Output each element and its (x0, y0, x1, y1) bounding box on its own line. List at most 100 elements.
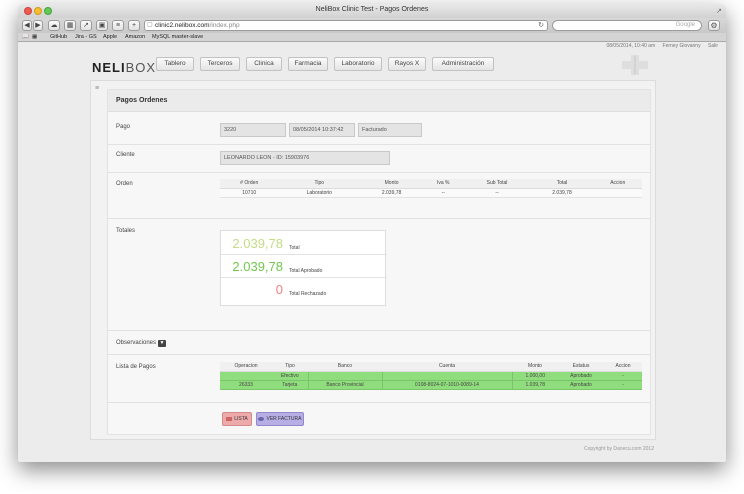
user-bar: 08/05/2014, 10:40 am Ferney Giovanny Sal… (600, 43, 718, 49)
pagos-table: Operacion Tipo Banco Cuenta Monto Estatu… (220, 362, 642, 390)
table-cell: Aprobado (558, 380, 604, 390)
bookmarks-book-icon[interactable]: 📖 (22, 34, 29, 40)
table-cell: 2.039,78 (360, 188, 424, 198)
totales-box: 2.039,78 Total 2.039,78 Total Aprobado 0… (220, 230, 387, 306)
bookmark-github[interactable]: GitHub (50, 34, 67, 40)
url-domain: clinic2.nelibox.com (155, 22, 210, 29)
logout-link[interactable]: Salir (708, 43, 718, 49)
table-header-row: # Orden Tipo Monto Iva % Sub Total Total… (220, 179, 642, 189)
total-row: 2.039,78 Total (221, 233, 387, 255)
browser-window: NeliBox Clinic Test - Pagos Ordenes ↗ ◀ … (18, 4, 726, 462)
table-header-row: Operacion Tipo Banco Cuenta Monto Estatu… (220, 362, 642, 372)
table-row[interactable]: 26333 Tarjeta Banco Provincial 0108-8024… (220, 380, 642, 390)
table-cell: -- (423, 188, 464, 198)
table-header: Cuenta (382, 362, 512, 372)
totales-label: Totales (116, 228, 136, 234)
bookmarks-bar: 📖 ▦ GitHub Jira - GS Apple Amazon MySQL … (18, 33, 726, 42)
list-icon (226, 416, 233, 421)
pago-fecha-field: 08/05/2014 10:37:42 (289, 123, 355, 137)
table-header: Operacion (220, 362, 272, 372)
lista-pagos-label: Lista de Pagos (116, 364, 156, 370)
divider (108, 354, 650, 355)
reader-icon[interactable]: ≡ (112, 20, 124, 31)
nav-tablero[interactable]: Tablero (156, 57, 194, 71)
gear-icon[interactable]: ⚙ (708, 20, 720, 31)
divider (108, 402, 650, 403)
title-bar: NeliBox Clinic Test - Pagos Ordenes ↗ (18, 4, 726, 18)
table-header: Accion (604, 362, 642, 372)
table-cell[interactable]: - (604, 380, 642, 390)
table-cell: 0108-8024-07-1010-0089-14 (381, 380, 512, 390)
search-field[interactable]: Google (552, 20, 702, 31)
address-bar[interactable]: ▢ clinic2.nelibox.com/index.php ↻ (144, 20, 548, 31)
add-tab-button[interactable]: + (128, 20, 140, 31)
nav-laboratorio[interactable]: Laboratorio (334, 57, 382, 71)
table-cell: 1.039,78 (511, 380, 558, 390)
table-cell: Efectivo (272, 371, 308, 381)
table-cell: 10710 (220, 188, 279, 198)
bookmark-jira[interactable]: Jira - GS (75, 34, 97, 40)
back-button[interactable]: ◀ (22, 20, 32, 31)
nav-terceros[interactable]: Terceros (200, 57, 240, 71)
grid-icon[interactable]: ▣ (96, 20, 108, 31)
table-cell: Tarjeta (272, 380, 308, 390)
url-path: /index.php (209, 22, 240, 29)
nav-clinica[interactable]: Clinica (246, 57, 282, 71)
table-cell (307, 371, 382, 381)
table-cell: Banco Provincial (307, 380, 382, 390)
total-aprobado-label: Total Aprobado (289, 268, 323, 274)
nav-administracion[interactable]: Administración (432, 57, 494, 71)
pago-id-field: 3220 (220, 123, 286, 137)
ver-factura-button[interactable]: VER FACTURA (256, 412, 304, 426)
table-header: Total (530, 179, 594, 189)
bookmark-amazon[interactable]: Amazon (125, 34, 145, 40)
current-datetime: 08/05/2014, 10:40 am (606, 43, 656, 49)
current-user[interactable]: Ferney Giovanny (663, 43, 701, 49)
main-container: ≡ Pagos Ordenes Pago 3220 08/05/2014 10:… (90, 80, 656, 440)
table-header: Monto (512, 362, 558, 372)
table-cell: Aprobado (558, 371, 604, 381)
observaciones-toggle[interactable]: ▼ (158, 340, 166, 347)
nav-rayos-x[interactable]: Rayos X (388, 57, 426, 71)
divider (108, 330, 650, 331)
divider (108, 144, 650, 145)
table-cell: 26333 (220, 380, 272, 390)
table-cell[interactable]: - (604, 371, 642, 381)
medical-symbol-icon (622, 55, 648, 75)
nelibox-logo[interactable]: NELIBOX (92, 60, 156, 75)
share-icon[interactable]: ↗ (80, 20, 92, 31)
bookmark-mysql[interactable]: MySQL master-slave (152, 34, 203, 40)
lista-button[interactable]: LISTA (222, 412, 252, 426)
table-cell: Laboratorio (278, 188, 361, 198)
table-cell[interactable] (593, 188, 642, 198)
bookmark-apple[interactable]: Apple (103, 34, 117, 40)
top-sites-icon[interactable]: ▦ (32, 34, 37, 40)
divider (108, 218, 650, 219)
reload-icon[interactable]: ↻ (538, 21, 544, 30)
table-header: Iva % (423, 179, 464, 189)
table-header: Tipo (278, 179, 361, 189)
table-header: Sub Total (463, 179, 531, 189)
cliente-label: Cliente (116, 152, 135, 158)
table-row[interactable]: 10710 Laboratorio 2.039,78 -- -- 2.039,7… (220, 188, 642, 198)
table-row[interactable]: Efectivo 1.000,00 Aprobado - (220, 371, 642, 381)
page-content: 08/05/2014, 10:40 am Ferney Giovanny Sal… (18, 42, 726, 462)
total-rechazado-value: 0 (275, 282, 283, 297)
table-header: Monto (360, 179, 424, 189)
table-header: Tipo (272, 362, 308, 372)
table-header: Estatus (558, 362, 604, 372)
nav-farmacia[interactable]: Farmacia (288, 57, 328, 71)
pagos-panel: Pagos Ordenes Pago 3220 08/05/2014 10:37… (107, 89, 651, 435)
browser-toolbar: ◀ ▶ ☁ ▦ ↗ ▣ ≡ + ▢ clinic2.nelibox.com/in… (18, 18, 726, 33)
table-cell: 2.039,78 (530, 188, 594, 198)
total-aprobado-row: 2.039,78 Total Aprobado (221, 256, 387, 278)
total-aprobado-value: 2.039,78 (232, 259, 283, 274)
total-rechazado-row: 0 Total Rechazado (221, 279, 387, 301)
total-value: 2.039,78 (232, 236, 283, 251)
menu-icon[interactable]: ≡ (95, 85, 103, 93)
fullscreen-icon[interactable]: ↗ (716, 7, 722, 15)
cloud-tabs-icon[interactable]: ☁ (48, 20, 60, 31)
view-icon (258, 416, 265, 421)
tab-view-icon[interactable]: ▦ (64, 20, 76, 31)
forward-button[interactable]: ▶ (33, 20, 43, 31)
